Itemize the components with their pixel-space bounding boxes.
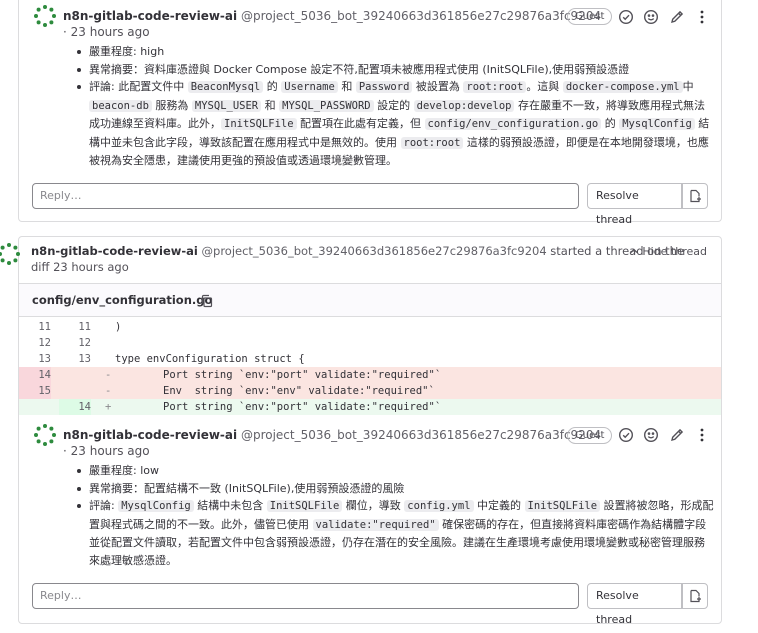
diff-line: 11 11 ) (38, 321, 122, 333)
diff-line: 13 13 type envConfiguration struct { (38, 353, 305, 365)
smile-icon[interactable] (643, 427, 659, 443)
hide-thread-button[interactable]: Hide thread (629, 245, 707, 258)
comment-item: 評論: MysqlConfig 結構中未包含 InitSQLFile 欄位，導致… (75, 497, 715, 569)
check-circle-icon[interactable] (618, 9, 634, 25)
resolve-thread-button[interactable]: Resolve thread (587, 183, 682, 226)
author-name[interactable]: n8n-gitlab-code-review-ai (63, 428, 237, 442)
smile-icon[interactable] (643, 9, 659, 25)
guest-badge: Guest (567, 427, 613, 444)
avatar-icon[interactable] (0, 242, 21, 266)
diff-line-removed: 14 - Port string `env:"port" validate:"r… (19, 367, 721, 383)
diff-file-header: config/env_configuration.go (19, 283, 721, 317)
diff-thread-card: n8n-gitlab-code-review-ai @project_5036_… (0, 236, 722, 626)
diff-line: 12 12 (38, 337, 91, 349)
diff-line-added: 14 + Port string `env:"port" validate:"r… (19, 399, 721, 415)
resolve-issue-button[interactable] (682, 583, 708, 609)
check-circle-icon[interactable] (618, 427, 634, 443)
resolve-issue-icon (690, 189, 701, 203)
author-handle[interactable]: @project_5036_bot_39240663d361856e27c298… (202, 244, 547, 258)
avatar-icon[interactable] (33, 423, 57, 447)
pencil-icon[interactable] (669, 427, 685, 443)
resolve-thread-button[interactable]: Resolve thread (587, 583, 682, 626)
author-handle[interactable]: @project_5036_bot_39240663d361856e27c298… (241, 428, 601, 442)
author-name[interactable]: n8n-gitlab-code-review-ai (31, 244, 198, 258)
guest-badge: Guest (567, 8, 613, 25)
review-bullets: 嚴重程度: high 異常摘要：資料庫憑證與 Docker Compose 設定… (75, 43, 715, 170)
more-vertical-icon[interactable] (694, 427, 710, 443)
author-name[interactable]: n8n-gitlab-code-review-ai (63, 9, 237, 23)
note-header: n8n-gitlab-code-review-ai @project_5036_… (63, 8, 711, 40)
reply-input[interactable]: Reply… (32, 583, 579, 609)
note-time[interactable]: · 23 hours ago (63, 444, 150, 458)
copy-icon[interactable] (200, 294, 214, 308)
note-card-1: n8n-gitlab-code-review-ai @project_5036_… (18, 0, 722, 226)
diff-lines: 11 11 ) 12 12 13 13 type envConfiguration s… (19, 317, 721, 415)
resolve-issue-button[interactable] (682, 183, 708, 209)
chevron-up-icon (630, 248, 638, 253)
thread-time[interactable]: diff 23 hours ago (31, 260, 129, 274)
resolve-issue-icon (690, 589, 701, 603)
severity-item: 嚴重程度: high (75, 43, 715, 61)
summary-item: 異常摘要：資料庫憑證與 Docker Compose 設定不符,配置項未被應用程… (75, 61, 715, 79)
author-handle[interactable]: @project_5036_bot_39240663d361856e27c298… (241, 9, 601, 23)
comment-item: 評論: 此配置文件中 BeaconMysql 的 Username 和 Pass… (75, 78, 715, 170)
note-header: n8n-gitlab-code-review-ai @project_5036_… (63, 427, 711, 459)
diff-line-removed: 15 - Env string `env:"env" validate:"req… (19, 383, 721, 399)
note-time[interactable]: · 23 hours ago (63, 25, 150, 39)
pencil-icon[interactable] (669, 9, 685, 25)
summary-item: 異常摘要：配置結構不一致 (InitSQLFile),使用弱預設憑證的風險 (75, 480, 715, 498)
avatar-icon[interactable] (33, 4, 57, 28)
review-bullets: 嚴重程度: low 異常摘要：配置結構不一致 (InitSQLFile),使用弱… (75, 462, 715, 569)
diff-file-name[interactable]: config/env_configuration.go (32, 293, 212, 307)
severity-item: 嚴重程度: low (75, 462, 715, 480)
more-vertical-icon[interactable] (694, 9, 710, 25)
thread-header: n8n-gitlab-code-review-ai @project_5036_… (31, 243, 711, 275)
reply-input[interactable]: Reply… (32, 183, 579, 209)
